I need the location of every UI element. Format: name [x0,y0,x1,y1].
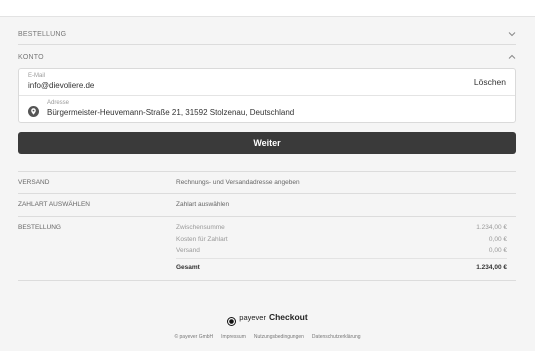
payever-brand: payever Checkout [0,312,535,326]
divider [18,280,516,281]
versand-text: Rechnungs- und Versandadresse angeben [176,179,300,186]
footer-privacy-link[interactable]: Datenschutzerklärung [312,334,361,340]
payment-fee-label: Kosten für Zahlart [176,236,228,243]
shipping-cost-label: Versand [176,247,200,254]
divider [18,44,516,45]
weiter-button[interactable]: Weiter [18,132,516,154]
chevron-down-icon [507,30,516,39]
subtotal-label: Zwischensumme [176,224,225,231]
delete-button[interactable]: Löschen [474,77,506,87]
zahlart-text: Zahlart auswählen [176,201,230,208]
footer-terms-link[interactable]: Nutzungsbedingungen [254,334,304,340]
checkout-page: BESTELLUNG KONTO E-Mail info@dievoliere.… [0,0,535,351]
location-pin-icon [28,104,39,117]
section-konto-header[interactable]: KONTO [18,49,516,65]
footer-impressum-link[interactable]: Impressum [221,334,246,340]
total-label: Gesamt [176,264,200,271]
footer-copyright: © payever GmbH [174,334,214,340]
payment-fee-value: 0,00 € [488,236,507,243]
footer: © payever GmbH Impressum Nutzungsbedingu… [0,334,535,340]
section-bestellung-header[interactable]: BESTELLUNG [18,26,516,42]
email-value: info@dievoliere.de [28,81,95,90]
payever-logo-icon [227,313,237,326]
section-konto-title: KONTO [18,53,44,61]
top-bar [0,0,535,17]
address-label: Adresse [47,100,70,106]
chevron-up-icon [507,53,516,62]
divider [176,258,507,259]
account-card: E-Mail info@dievoliere.de Löschen Adress… [18,68,516,123]
bestellung-label: BESTELLUNG [18,224,61,231]
divider [18,216,516,217]
address-row[interactable]: Adresse Bürgermeister-Heuvemann-Straße 2… [19,96,515,123]
brand-name: payever [239,312,266,322]
divider [18,193,516,194]
section-bestellung-title: BESTELLUNG [18,30,67,38]
address-value: Bürgermeister-Heuvemann-Straße 21, 31592… [47,108,295,117]
shipping-cost-value: 0,00 € [488,247,507,254]
divider [18,171,516,172]
brand-product: Checkout [268,312,308,322]
subtotal-value: 1.234,00 € [476,224,507,231]
versand-label[interactable]: VERSAND [18,179,49,186]
total-value: 1.234,00 € [476,264,507,271]
email-row: E-Mail info@dievoliere.de Löschen [19,69,515,96]
email-label: E-Mail [28,73,46,79]
zahlart-label[interactable]: ZAHLART AUSWÄHLEN [18,201,90,208]
